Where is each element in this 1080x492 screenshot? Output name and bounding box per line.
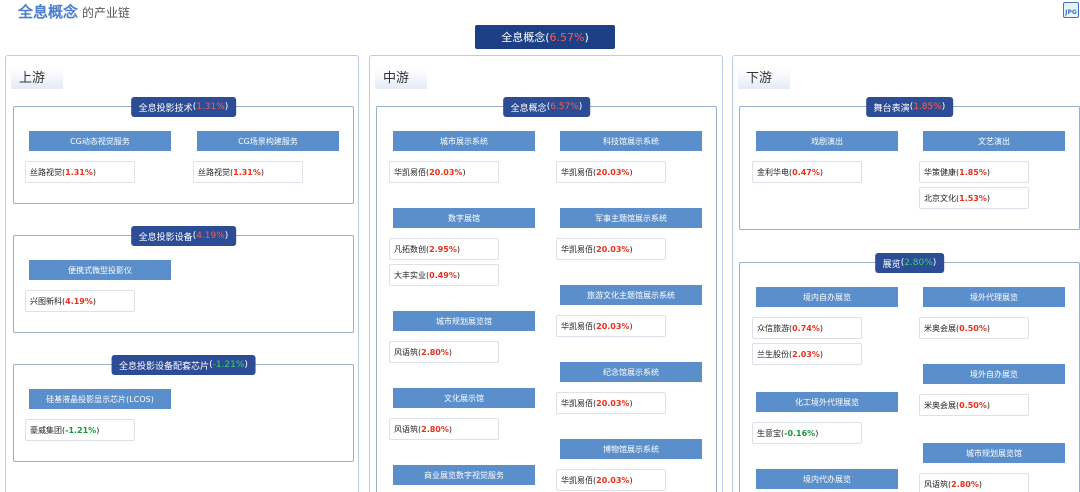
stock-tag[interactable]: 华凯易佰 (20.03%) (556, 392, 666, 414)
stock-tag[interactable]: 北京文化 (1.53%) (919, 187, 1029, 209)
segment-box: 全息投影设备(4.19%) 便携式微型投影仪 兴图新科 (4.19%) (13, 226, 354, 333)
segment-box: 展览(2.80%) 境内自办展览 众信旅游 (0.74%) 兰生股份 (2.03… (739, 253, 1080, 492)
stock-tag[interactable]: 风语筑 (2.80%) (919, 473, 1029, 492)
sub-segment-button[interactable]: 军事主题馆展示系统 (560, 208, 702, 228)
stock-tag[interactable]: 生意宝 (-0.16%) (752, 422, 862, 444)
segment-title[interactable]: 全息投影技术(1.31%) (130, 97, 237, 117)
segment-title[interactable]: 舞台表演(1.85%) (865, 97, 954, 117)
stock-tag[interactable]: 华凯易佰 (20.03%) (556, 315, 666, 337)
stock-tag[interactable]: 兴图新科 (4.19%) (25, 290, 135, 312)
stock-tag[interactable]: 华凯易佰 (20.03%) (556, 161, 666, 183)
sub-segment-button[interactable]: 城市规划展览馆 (923, 443, 1065, 463)
sub-segment-button[interactable]: 化工境外代理展览 (756, 392, 898, 412)
change-value: 6.57% (549, 30, 585, 44)
stock-tag[interactable]: 凡拓数创 (2.95%) (389, 238, 499, 260)
sub-segment-button[interactable]: 文艺演出 (923, 131, 1065, 151)
page-subtitle: 的产业链 (82, 6, 131, 20)
sub-segment-button[interactable]: 境内代办展览 (756, 469, 898, 489)
jpg-export-icon[interactable]: JPG (1063, 2, 1079, 18)
segment-box: 舞台表演(1.85%) 戏剧演出 金利华电 (0.47%) 文艺演出 华策健康 … (739, 97, 1080, 230)
stock-tag[interactable]: 米奥会展 (0.50%) (919, 317, 1029, 339)
sub-segment-button[interactable]: 境外自办展览 (923, 364, 1065, 384)
stock-tag[interactable]: 华凯易佰 (20.03%) (556, 469, 666, 491)
stock-tag[interactable]: 华凯易佰 (20.03%) (389, 161, 499, 183)
segment-box: 全息概念(6.57%) 城市展示系统 华凯易佰 (20.03%) 科技馆展示系统… (376, 97, 717, 492)
sub-segment-button[interactable]: 旅游文化主题馆展示系统 (560, 285, 702, 305)
sub-segment-button[interactable]: 便携式微型投影仪 (29, 260, 171, 280)
midstream-column: 中游 全息概念(6.57%) 城市展示系统 华凯易佰 (20.03%) 科技馆展… (369, 55, 723, 492)
column-label: 上游 (11, 69, 63, 89)
stock-tag[interactable]: 华策健康 (1.85%) (919, 161, 1029, 183)
segment-title[interactable]: 展览(2.80%) (874, 253, 945, 273)
stock-tag[interactable]: 风语筑 (2.80%) (389, 418, 499, 440)
stock-tag[interactable]: 丝路视觉 (1.31%) (193, 161, 303, 183)
stock-tag[interactable]: 丝路视觉 (1.31%) (25, 161, 135, 183)
stock-tag[interactable]: 兰生股份 (2.03%) (752, 343, 862, 365)
sub-segment-button[interactable]: 戏剧演出 (756, 131, 898, 151)
stock-tag[interactable]: 豪威集团 (-1.21%) (25, 419, 135, 441)
page-header: 全息概念 的产业链 (18, 0, 130, 22)
segment-title[interactable]: 全息概念(6.57%) (502, 97, 591, 117)
stock-tag[interactable]: 风语筑 (2.80%) (389, 341, 499, 363)
sub-segment-button[interactable]: 城市规划展览馆 (393, 311, 535, 331)
page-title: 全息概念 (18, 3, 79, 21)
segment-title[interactable]: 全息投影设备(4.19%) (130, 226, 237, 246)
column-label: 下游 (738, 69, 790, 89)
segment-box: 全息投影设备配套芯片(-1.21%) 硅基液晶投影显示芯片(LCOS) 豪威集团… (13, 355, 354, 462)
segment-title[interactable]: 全息投影设备配套芯片(-1.21%) (111, 355, 256, 375)
stock-tag[interactable]: 米奥会展 (0.50%) (919, 394, 1029, 416)
sub-segment-button[interactable]: 数字展馆 (393, 208, 535, 228)
sub-segment-button[interactable]: 境外代理展览 (923, 287, 1065, 307)
sub-segment-button[interactable]: 博物馆展示系统 (560, 439, 702, 459)
concept-root-badge[interactable]: 全息概念(6.57%) (475, 25, 615, 49)
downstream-column: 下游 舞台表演(1.85%) 戏剧演出 金利华电 (0.47%) 文艺演出 华策… (732, 55, 1080, 492)
sub-segment-button[interactable]: 纪念馆展示系统 (560, 362, 702, 382)
stock-tag[interactable]: 华凯易佰 (20.03%) (556, 238, 666, 260)
industry-chain-page: 全息概念 的产业链 JPG 全息概念(6.57%) 上游 全息投影技术(1.31… (0, 0, 1080, 492)
upstream-column: 上游 全息投影技术(1.31%) CG动态视觉服务 丝路视觉 (1.31%) C… (5, 55, 359, 492)
sub-segment-button[interactable]: 城市展示系统 (393, 131, 535, 151)
sub-segment-button[interactable]: 科技馆展示系统 (560, 131, 702, 151)
stock-tag[interactable]: 金利华电 (0.47%) (752, 161, 862, 183)
sub-segment-button[interactable]: CG动态视觉服务 (29, 131, 171, 151)
column-label: 中游 (375, 69, 427, 89)
sub-segment-button[interactable]: 境内自办展览 (756, 287, 898, 307)
sub-segment-button[interactable]: 文化展示馆 (393, 388, 535, 408)
sub-segment-button[interactable]: 商业展览数字视觉服务 (393, 465, 535, 485)
sub-segment-button[interactable]: 硅基液晶投影显示芯片(LCOS) (29, 389, 171, 409)
segment-box: 全息投影技术(1.31%) CG动态视觉服务 丝路视觉 (1.31%) CG场景… (13, 97, 354, 204)
stock-tag[interactable]: 众信旅游 (0.74%) (752, 317, 862, 339)
stock-tag[interactable]: 大丰实业 (0.49%) (389, 264, 499, 286)
sub-segment-button[interactable]: CG场景构建服务 (197, 131, 339, 151)
